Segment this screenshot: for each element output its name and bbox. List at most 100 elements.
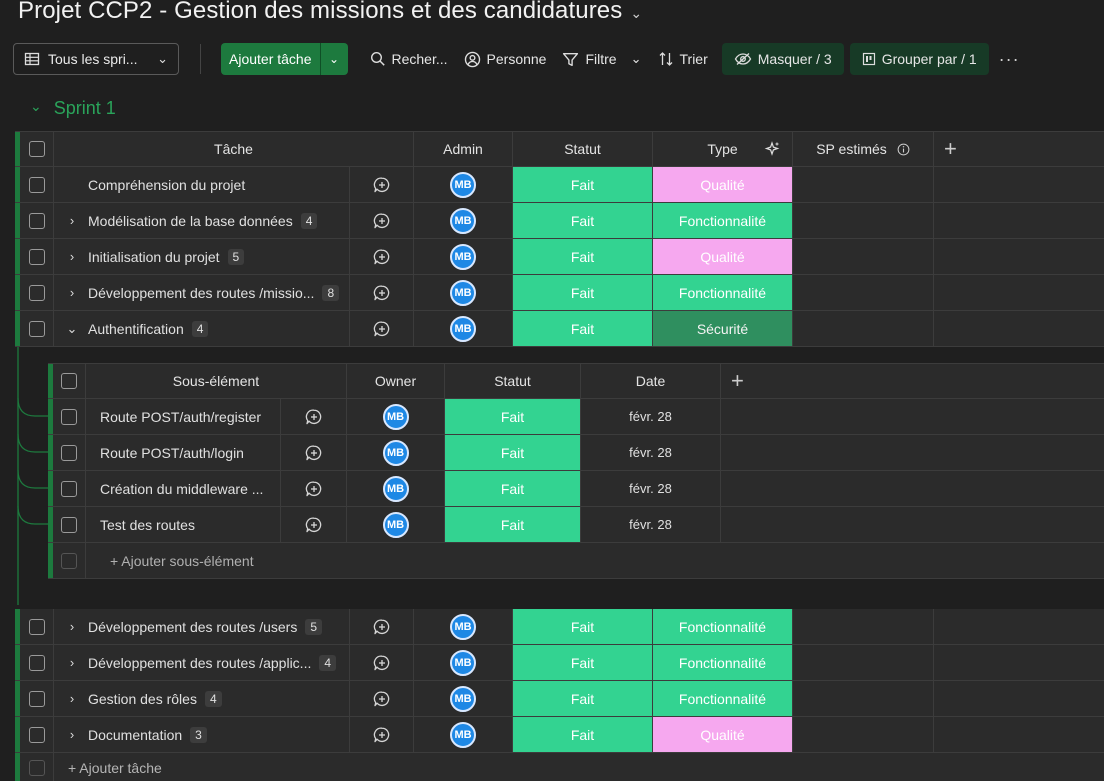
owner-cell[interactable]: MB (347, 435, 445, 470)
chevron-down-icon[interactable]: ⌄ (62, 321, 82, 337)
chevron-down-icon[interactable]: ⌄ (631, 51, 642, 67)
add-update-button[interactable] (281, 471, 347, 506)
add-update-button[interactable] (281, 399, 347, 434)
status-cell[interactable]: Fait (513, 681, 653, 716)
chevron-right-icon[interactable]: › (62, 213, 82, 228)
column-header-date[interactable]: Date (581, 364, 721, 398)
add-update-button[interactable] (350, 167, 414, 202)
column-header-type[interactable]: Type (653, 132, 793, 166)
type-cell[interactable]: Fonctionnalité (653, 609, 793, 644)
chevron-down-icon[interactable]: ⌄ (630, 5, 642, 22)
status-cell[interactable]: Fait (513, 645, 653, 680)
status-cell[interactable]: Fait (513, 239, 653, 274)
column-header-subitem-status[interactable]: Statut (445, 364, 581, 398)
table-row[interactable]: › Documentation 3 MB Fait Qualité (15, 717, 1104, 753)
task-name-cell[interactable]: › Initialisation du projet 5 (54, 239, 350, 274)
column-header-status[interactable]: Statut (513, 132, 653, 166)
row-checkbox[interactable] (20, 167, 54, 202)
sp-cell[interactable] (793, 239, 934, 274)
row-checkbox[interactable] (20, 275, 54, 310)
admin-cell[interactable]: MB (414, 167, 513, 202)
type-cell[interactable]: Fonctionnalité (653, 681, 793, 716)
row-checkbox[interactable] (20, 645, 54, 680)
subitem-count-badge[interactable]: 8 (322, 284, 340, 301)
subitem-count-badge[interactable]: 5 (305, 618, 323, 635)
date-cell[interactable]: févr. 28 (581, 435, 721, 470)
subitem-count-badge[interactable]: 3 (190, 726, 207, 743)
add-update-button[interactable] (350, 609, 414, 644)
board-title[interactable]: Projet CCP2 - Gestion des missions et de… (18, 0, 622, 25)
date-cell[interactable]: févr. 28 (581, 399, 721, 434)
person-filter-button[interactable]: Personne (456, 43, 555, 75)
table-row[interactable]: › Développement des routes /applic... 4 … (15, 645, 1104, 681)
row-checkbox[interactable] (20, 609, 54, 644)
sort-button[interactable]: Trier (650, 43, 716, 75)
table-row[interactable]: › Développement des routes /missio... 8 … (15, 275, 1104, 311)
row-checkbox[interactable] (20, 311, 54, 346)
add-update-button[interactable] (350, 681, 414, 716)
task-name-cell[interactable]: › Compréhension du projet (54, 167, 350, 202)
sp-cell[interactable] (793, 681, 934, 716)
column-header-task[interactable]: Tâche (54, 132, 414, 166)
subitems-select-all-checkbox[interactable] (53, 364, 86, 398)
add-update-button[interactable] (350, 311, 414, 346)
row-checkbox[interactable] (20, 203, 54, 238)
column-header-admin[interactable]: Admin (414, 132, 513, 166)
admin-cell[interactable]: MB (414, 717, 513, 752)
subitem-count-badge[interactable]: 4 (319, 654, 337, 671)
hide-columns-button[interactable]: Masquer / 3 (721, 43, 844, 75)
sp-cell[interactable] (793, 275, 934, 310)
table-row[interactable]: ⌄ Authentification 4 MB Fait Sécurité (15, 311, 1104, 347)
chevron-right-icon[interactable]: › (62, 727, 82, 742)
sp-cell[interactable] (793, 645, 934, 680)
task-name-cell[interactable]: › Développement des routes /missio... 8 (54, 275, 350, 310)
column-header-sp[interactable]: SP estimés (793, 132, 934, 166)
type-cell[interactable]: Fonctionnalité (653, 275, 793, 310)
subitem-checkbox[interactable] (53, 435, 86, 470)
admin-cell[interactable]: MB (414, 203, 513, 238)
add-subitem-input[interactable]: + Ajouter sous-élément (86, 543, 1104, 578)
add-update-button[interactable] (350, 717, 414, 752)
subitem-name[interactable]: Création du middleware ... (86, 471, 281, 506)
status-cell[interactable]: Fait (513, 167, 653, 202)
subitem-row[interactable]: Route POST/auth/login MB Fait févr. 28 (48, 435, 1104, 471)
task-name-cell[interactable]: ⌄ Authentification 4 (54, 311, 350, 346)
owner-cell[interactable]: MB (347, 471, 445, 506)
subitem-count-badge[interactable]: 5 (227, 248, 245, 265)
status-cell[interactable]: Fait (513, 203, 653, 238)
task-name-cell[interactable]: › Développement des routes /users 5 (54, 609, 350, 644)
info-icon[interactable] (897, 143, 910, 156)
add-update-button[interactable] (350, 203, 414, 238)
task-name-cell[interactable]: › Documentation 3 (54, 717, 350, 752)
subitem-name[interactable]: Route POST/auth/login (86, 435, 281, 470)
filter-button[interactable]: Filtre ⌄ (554, 43, 649, 75)
add-subitem-column-button[interactable]: + (721, 364, 1104, 398)
add-update-button[interactable] (350, 239, 414, 274)
view-selector[interactable]: Tous les spri... ⌄ (13, 43, 179, 75)
add-task-button[interactable]: Ajouter tâche (221, 43, 320, 75)
subitem-status-cell[interactable]: Fait (445, 471, 581, 506)
type-cell[interactable]: Qualité (653, 167, 793, 202)
sparkle-icon[interactable] (764, 141, 780, 157)
table-row[interactable]: › Compréhension du projet MB Fait Qualit… (15, 167, 1104, 203)
column-header-owner[interactable]: Owner (347, 364, 445, 398)
type-cell[interactable]: Fonctionnalité (653, 203, 793, 238)
sp-cell[interactable] (793, 311, 934, 346)
sp-cell[interactable] (793, 717, 934, 752)
subitem-count-badge[interactable]: 4 (191, 320, 209, 337)
subitem-row[interactable]: Test des routes MB Fait févr. 28 (48, 507, 1104, 543)
subitem-row[interactable]: Route POST/auth/register MB Fait févr. 2… (48, 399, 1104, 435)
column-header-subitem[interactable]: Sous-élément (86, 364, 347, 398)
row-checkbox[interactable] (20, 681, 54, 716)
chevron-right-icon[interactable]: › (62, 619, 82, 634)
date-cell[interactable]: févr. 28 (581, 507, 721, 542)
status-cell[interactable]: Fait (513, 609, 653, 644)
add-update-button[interactable] (281, 435, 347, 470)
row-checkbox[interactable] (20, 239, 54, 274)
group-title[interactable]: Sprint 1 (54, 98, 116, 119)
subitem-count-badge[interactable]: 4 (204, 690, 222, 707)
table-row[interactable]: › Initialisation du projet 5 MB Fait Qua… (15, 239, 1104, 275)
search-button[interactable]: Recher... (362, 43, 456, 75)
sp-cell[interactable] (793, 203, 934, 238)
add-task-input[interactable]: + Ajouter tâche (54, 760, 162, 776)
